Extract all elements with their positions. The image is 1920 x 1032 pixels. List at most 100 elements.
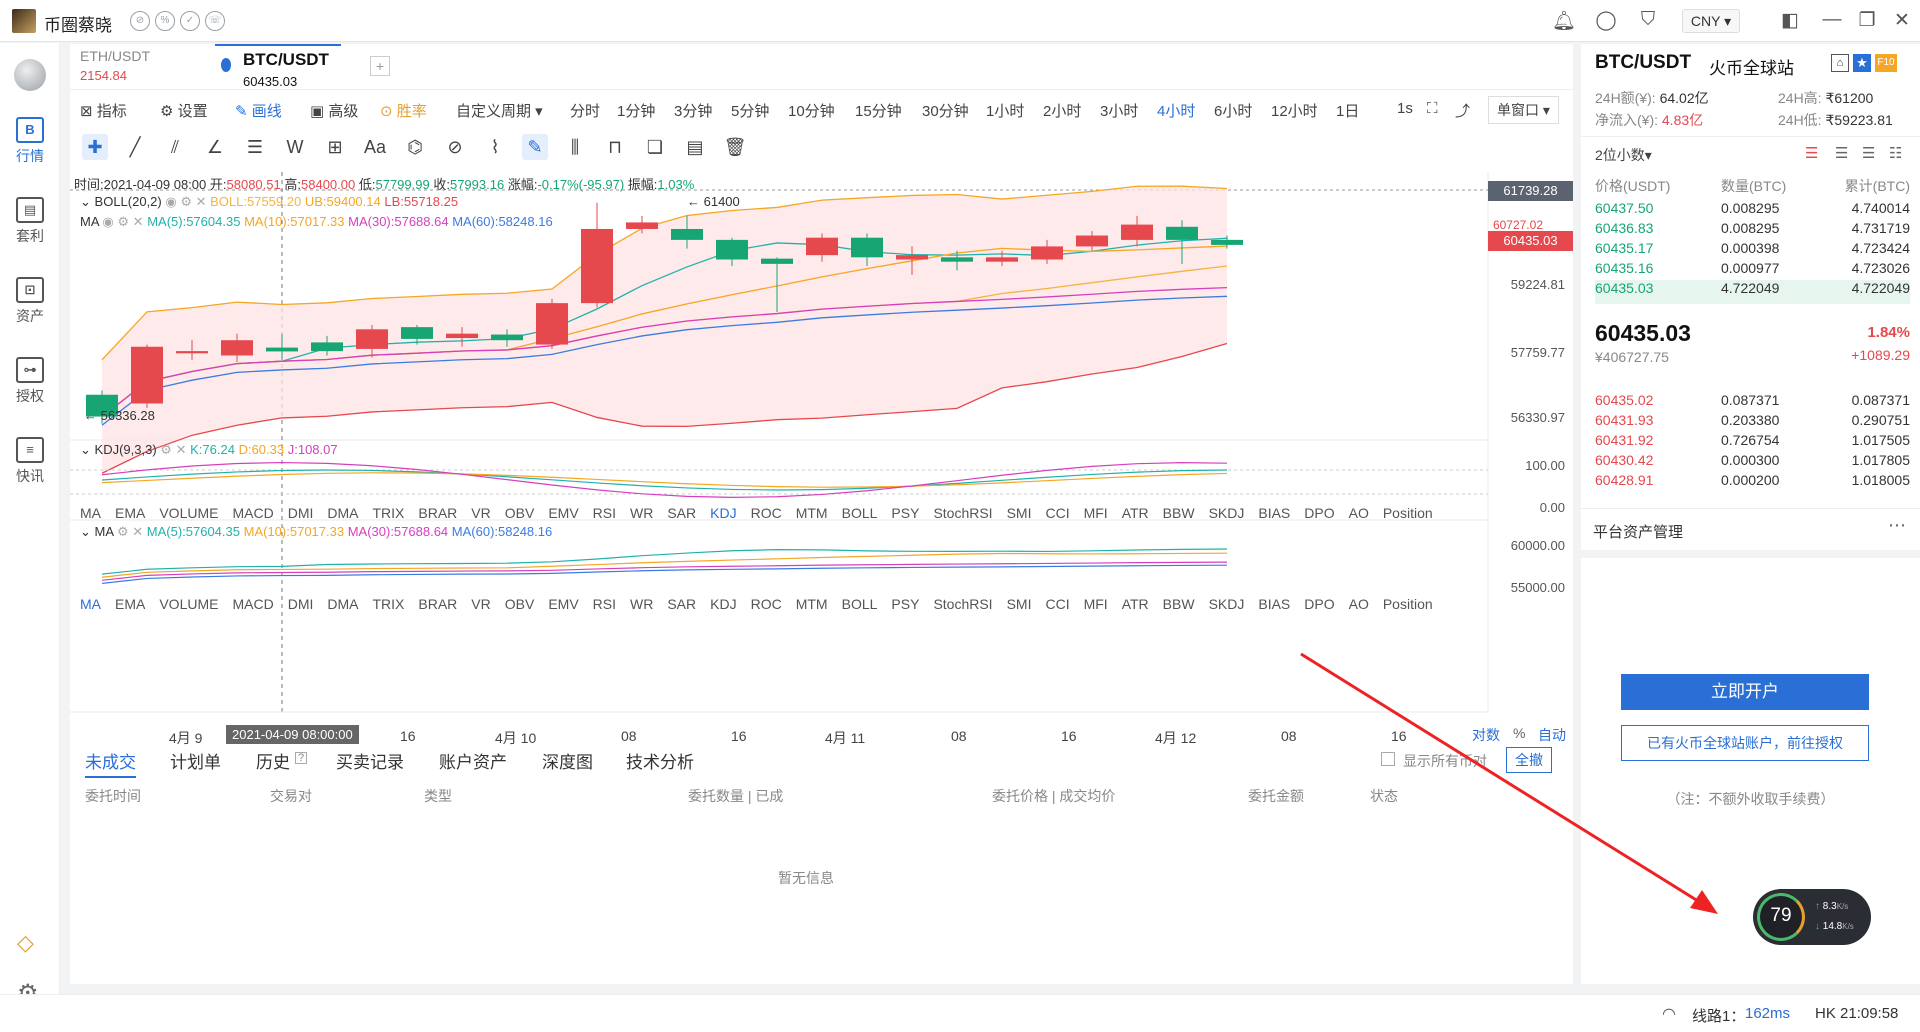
tab-technical[interactable]: 技术分析 xyxy=(626,748,694,773)
indicator-tab[interactable]: BIAS xyxy=(1258,505,1290,521)
split-view-icon[interactable]: ◧ xyxy=(1778,9,1802,32)
collapse-icon[interactable]: ⌄ xyxy=(80,524,91,539)
indicator-tab[interactable]: CCI xyxy=(1045,596,1069,612)
parallel-tool-icon[interactable]: ⫽ xyxy=(162,134,188,160)
period-item[interactable]: 分时 xyxy=(570,100,600,121)
period-item[interactable]: 30分钟 xyxy=(922,100,969,121)
network-speed-widget[interactable]: 79 ↑ 8.3K/s ↓ 14.8K/s xyxy=(1753,889,1871,945)
fib-tool-icon[interactable]: ☰ xyxy=(242,134,268,160)
nav-assets[interactable]: ⊡ 资产 xyxy=(0,277,60,326)
indicator-tab[interactable]: AO xyxy=(1349,505,1369,521)
indicator-tab[interactable]: BOLL xyxy=(842,505,878,521)
indicator-tab[interactable]: DMI xyxy=(288,596,314,612)
indicator-tab[interactable]: BRAR xyxy=(418,596,457,612)
tab-account-assets[interactable]: 账户资产 xyxy=(439,748,507,773)
tab-depth-chart[interactable]: 深度图 xyxy=(542,748,593,773)
indicator-tab[interactable]: Position xyxy=(1383,596,1433,612)
pen-icon[interactable]: ✎ xyxy=(522,134,548,160)
trash-icon[interactable]: 🗑︎ xyxy=(722,134,748,160)
indicator-tab[interactable]: DMI xyxy=(288,505,314,521)
indicator-tab[interactable]: MTM xyxy=(796,505,828,521)
winrate-button[interactable]: ⊙ 胜率 xyxy=(380,100,427,121)
indicator-tab[interactable]: ATR xyxy=(1122,596,1149,612)
home-icon[interactable]: ⌂ xyxy=(1831,54,1849,72)
period-item[interactable]: 1小时 xyxy=(986,100,1024,121)
indicator-tab[interactable]: EMA xyxy=(115,505,145,521)
shirt-icon[interactable]: ⛉ xyxy=(1636,9,1660,31)
indicator-tab[interactable]: DMA xyxy=(327,596,358,612)
indicator-tab[interactable]: RSI xyxy=(593,596,616,612)
indicator-tab[interactable]: BOLL xyxy=(842,596,878,612)
copy-icon[interactable]: ❏ xyxy=(642,134,668,160)
pair-tab-eth[interactable]: ETH/USDT 2154.84 xyxy=(80,48,150,83)
bell-icon[interactable]: 🔔︎ xyxy=(1552,9,1576,33)
restore-icon[interactable]: ❐ xyxy=(1855,9,1879,32)
indicator-tab[interactable]: CCI xyxy=(1045,505,1069,521)
ruler-icon[interactable]: ⌇ xyxy=(482,134,508,160)
indicator-tab[interactable]: RSI xyxy=(593,505,616,521)
period-item[interactable]: 2小时 xyxy=(1043,100,1081,121)
chart-area[interactable]: 时间:2021-04-09 08:00 开:58080.51 高:58400.0… xyxy=(70,172,1573,746)
show-all-checkbox[interactable] xyxy=(1381,752,1395,766)
indicator-tab[interactable]: OBV xyxy=(505,596,535,612)
period-item[interactable]: 12小时 xyxy=(1271,100,1318,121)
nav-news[interactable]: ≡ 快讯 xyxy=(0,437,60,486)
orderbook-row[interactable]: 60428.91 0.000200 1.018005 xyxy=(1595,472,1910,496)
period-item[interactable]: 1日 xyxy=(1336,100,1359,121)
line-tool-icon[interactable]: ╱ xyxy=(122,134,148,160)
indicator-tab[interactable]: TRIX xyxy=(373,596,405,612)
indicator-tab[interactable]: VR xyxy=(471,596,490,612)
indicator-tab[interactable]: BIAS xyxy=(1258,596,1290,612)
eraser-icon[interactable]: ⊘ xyxy=(442,134,468,160)
auto-toggle[interactable]: 自动 xyxy=(1538,725,1566,745)
indicator-tab[interactable]: ROC xyxy=(751,505,782,521)
indicator-tab[interactable]: MFI xyxy=(1084,596,1108,612)
indicator-tab[interactable]: WR xyxy=(630,505,653,521)
globe-icon[interactable] xyxy=(14,59,46,91)
edit-list-icon[interactable]: ▤ xyxy=(682,134,708,160)
percent-toggle[interactable]: % xyxy=(1513,725,1525,741)
indicator-tab[interactable]: AO xyxy=(1349,596,1369,612)
indicator-tab[interactable]: SKDJ xyxy=(1209,505,1245,521)
magnet-icon[interactable]: ⌬ xyxy=(402,134,428,160)
period-item[interactable]: 10分钟 xyxy=(788,100,835,121)
indicator-tab[interactable]: StochRSI xyxy=(933,505,992,521)
gear-icon[interactable]: ⚙ xyxy=(117,524,129,539)
indicator-tab[interactable]: KDJ xyxy=(710,596,736,612)
indicator-tab[interactable]: Position xyxy=(1383,505,1433,521)
tab-plan-orders[interactable]: 计划单 xyxy=(170,748,221,773)
advanced-button[interactable]: ▣ 高级 xyxy=(310,100,358,121)
period-item-active[interactable]: 4小时 xyxy=(1157,100,1195,121)
indicator-tab[interactable]: PSY xyxy=(891,505,919,521)
wave-tool-icon[interactable]: W xyxy=(282,134,308,160)
indicator-tab[interactable]: MFI xyxy=(1084,505,1108,521)
window-select[interactable]: 单窗口 ▾ xyxy=(1488,96,1559,124)
log-toggle[interactable]: 对数 xyxy=(1472,725,1500,745)
indicator-tab[interactable]: ATR xyxy=(1122,505,1149,521)
indicator-tab[interactable]: MACD xyxy=(232,505,273,521)
gear-icon[interactable]: ⚙ xyxy=(160,442,172,457)
indicator-tab[interactable]: BRAR xyxy=(418,505,457,521)
period-item[interactable]: 5分钟 xyxy=(731,100,769,121)
custom-period-select[interactable]: 自定义周期 ▾ xyxy=(456,100,543,121)
popout-icon[interactable]: ⤴ xyxy=(1455,100,1470,121)
help-icon[interactable]: ? xyxy=(295,752,307,764)
precision-select[interactable]: 2位小数▾ xyxy=(1595,145,1652,165)
indicator-button[interactable]: ⊠ 指标 xyxy=(80,100,127,121)
draw-button[interactable]: ✎ 画线 xyxy=(235,100,282,121)
indicator-tab[interactable]: VOLUME xyxy=(159,505,218,521)
indicator-tab[interactable]: MA xyxy=(80,505,101,521)
orderbook-both-icon[interactable]: ☰ xyxy=(1805,144,1818,162)
collapse-icon[interactable]: ⌄ xyxy=(80,442,91,457)
period-item[interactable]: 1分钟 xyxy=(617,100,655,121)
orderbook-row[interactable]: 60435.03 4.722049 4.722049 xyxy=(1595,280,1910,304)
fullscreen-icon[interactable]: ⛶ xyxy=(1427,100,1438,117)
indicator-tab[interactable]: MACD xyxy=(232,596,273,612)
indicator-tab[interactable]: VOLUME xyxy=(159,596,218,612)
indicator-tab[interactable]: DPO xyxy=(1304,505,1334,521)
indicator-tab[interactable]: MTM xyxy=(796,596,828,612)
authorize-button[interactable]: 已有火币全球站账户，前往授权 xyxy=(1621,725,1869,761)
pair-tab-btc[interactable]: BTC/USDT 60435.03 xyxy=(215,44,341,90)
indicator-tab[interactable]: TRIX xyxy=(373,505,405,521)
nav-authorize[interactable]: ⊶ 授权 xyxy=(0,357,60,406)
